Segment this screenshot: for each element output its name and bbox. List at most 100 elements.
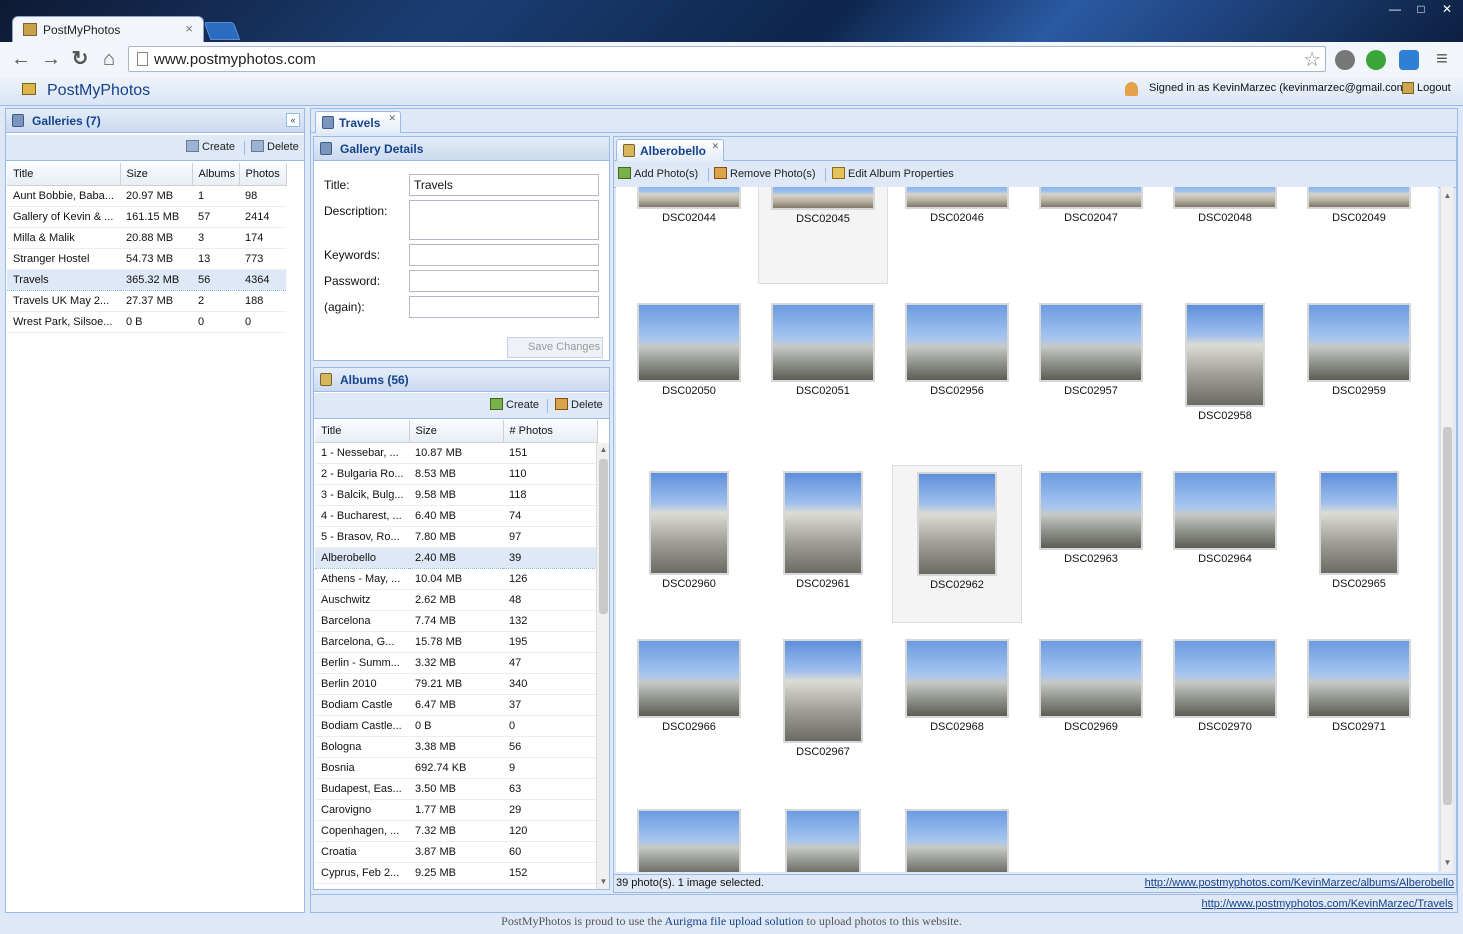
minimize-icon[interactable]: —: [1387, 2, 1403, 16]
table-row[interactable]: 3 - Balcik, Bulg... 9.58 MB 118: [315, 484, 597, 506]
logout-button[interactable]: Logout: [1402, 82, 1451, 95]
address-bar[interactable]: www.postmyphotos.com ☆: [128, 46, 1326, 72]
photo-thumbnail[interactable]: DSC02962: [892, 465, 1022, 623]
collapse-icon[interactable]: «: [286, 113, 300, 127]
albums-scrollbar[interactable]: ▲ ▼: [596, 443, 609, 889]
photo-thumbnail[interactable]: [758, 801, 888, 872]
table-row[interactable]: 4 - Bucharest, ... 6.40 MB 74: [315, 505, 597, 527]
table-row[interactable]: Milla & Malik 20.88 MB 3 174: [7, 227, 286, 249]
photo-thumbnail[interactable]: DSC02956: [892, 297, 1022, 397]
photo-thumbnail[interactable]: DSC02971: [1294, 633, 1424, 733]
photos-scrollbar[interactable]: ▲ ▼: [1440, 187, 1453, 872]
table-row[interactable]: 1 - Nessebar, ... 10.87 MB 151: [315, 442, 597, 464]
description-input[interactable]: [409, 200, 599, 240]
column-header[interactable]: Title: [315, 420, 410, 443]
pocket-icon[interactable]: [1335, 50, 1355, 70]
photo-thumbnail[interactable]: DSC02051: [758, 297, 888, 397]
table-row[interactable]: Athens - May, ... 10.04 MB 126: [315, 568, 597, 590]
table-row[interactable]: Aunt Bobbie, Baba... 20.97 MB 1 98: [7, 185, 286, 207]
photo-thumbnail[interactable]: DSC02045: [758, 187, 888, 284]
photo-thumbnail[interactable]: DSC02967: [758, 633, 888, 758]
photo-thumbnail[interactable]: DSC02963: [1026, 465, 1156, 565]
scroll-up-icon[interactable]: ▲: [597, 445, 610, 457]
album-url-link[interactable]: http://www.postmyphotos.com/KevinMarzec/…: [1145, 877, 1454, 889]
create-album-button[interactable]: Create: [490, 398, 539, 411]
scroll-down-icon[interactable]: ▼: [1441, 858, 1454, 870]
home-icon[interactable]: ⌂: [98, 48, 120, 70]
table-row[interactable]: Barcelona, G... 15.78 MB 195: [315, 631, 597, 653]
tab-alberobello[interactable]: Alberobello ✕: [616, 139, 724, 161]
new-tab-button[interactable]: [203, 22, 241, 40]
table-row[interactable]: Croatia 3.87 MB 60: [315, 841, 597, 863]
photo-thumbnail[interactable]: DSC02958: [1160, 297, 1290, 422]
delete-gallery-button[interactable]: Delete: [251, 140, 299, 153]
photo-thumbnail[interactable]: DSC02965: [1294, 465, 1424, 590]
column-header[interactable]: Photos: [239, 163, 287, 186]
table-row[interactable]: Gallery of Kevin & ... 161.15 MB 57 2414: [7, 206, 286, 228]
reload-icon[interactable]: ↻: [69, 48, 91, 70]
column-header[interactable]: Size: [409, 420, 504, 443]
column-header[interactable]: # Photos: [503, 420, 598, 443]
table-row[interactable]: Alberobello 2.40 MB 39: [315, 546, 597, 569]
tab-close-icon[interactable]: ✕: [711, 141, 719, 152]
create-gallery-button[interactable]: Create: [186, 140, 235, 153]
save-changes-button[interactable]: Save Changes: [507, 337, 603, 358]
table-row[interactable]: Berlin - Summ... 3.32 MB 47: [315, 652, 597, 674]
browser-tab[interactable]: PostMyPhotos ×: [12, 16, 204, 42]
table-row[interactable]: Bologna 3.38 MB 56: [315, 736, 597, 758]
add-photos-button[interactable]: Add Photo(s): [618, 167, 698, 180]
photo-thumbnail[interactable]: [892, 801, 1022, 872]
table-row[interactable]: Carovigno 1.77 MB 29: [315, 799, 597, 821]
edit-album-button[interactable]: Edit Album Properties: [832, 167, 954, 180]
password-input[interactable]: [409, 270, 599, 292]
address-url[interactable]: www.postmyphotos.com: [154, 51, 316, 68]
table-row[interactable]: Bosnia 692.74 KB 9: [315, 757, 597, 779]
forward-arrow-icon[interactable]: →: [40, 48, 62, 70]
photos-scroll-thumb[interactable]: [1443, 427, 1452, 805]
table-row[interactable]: Stranger Hostel 54.73 MB 13 773: [7, 248, 286, 270]
calendar-extension-icon[interactable]: [1399, 50, 1419, 70]
table-row[interactable]: Barcelona 7.74 MB 132: [315, 610, 597, 632]
column-header[interactable]: Albums: [192, 163, 240, 186]
table-row[interactable]: Travels UK May 2... 27.37 MB 2 188: [7, 290, 286, 312]
menu-icon[interactable]: ≡: [1431, 48, 1453, 70]
table-row[interactable]: Budapest, Eas... 3.50 MB 63: [315, 778, 597, 800]
column-header[interactable]: Size: [120, 163, 193, 186]
photo-thumbnail[interactable]: DSC02959: [1294, 297, 1424, 397]
bookmark-star-icon[interactable]: ☆: [1303, 47, 1321, 72]
table-row[interactable]: Bodiam Castle 6.47 MB 37: [315, 694, 597, 716]
tab-close-icon[interactable]: ×: [185, 21, 193, 36]
photo-thumbnail[interactable]: DSC02961: [758, 465, 888, 590]
maximize-icon[interactable]: □: [1413, 2, 1429, 16]
photo-thumbnail[interactable]: DSC02047: [1026, 187, 1156, 224]
delete-album-button[interactable]: Delete: [555, 398, 603, 411]
hangouts-icon[interactable]: [1366, 50, 1386, 70]
table-row[interactable]: Travels 365.32 MB 56 4364: [7, 268, 286, 291]
table-row[interactable]: Berlin 2010 79.21 MB 340: [315, 673, 597, 695]
title-input[interactable]: [409, 174, 599, 196]
table-row[interactable]: Copenhagen, ... 7.32 MB 120: [315, 820, 597, 842]
photo-thumbnail[interactable]: DSC02969: [1026, 633, 1156, 733]
keywords-input[interactable]: [409, 244, 599, 266]
tab-travels[interactable]: Travels ✕: [315, 111, 401, 133]
column-header[interactable]: Title: [7, 163, 121, 186]
photo-thumbnail[interactable]: DSC02970: [1160, 633, 1290, 733]
scroll-up-icon[interactable]: ▲: [1441, 191, 1454, 203]
remove-photos-button[interactable]: Remove Photo(s): [714, 167, 816, 180]
table-row[interactable]: Wrest Park, Silsoe... 0 B00: [7, 311, 286, 333]
albums-scroll-thumb[interactable]: [599, 459, 608, 614]
back-arrow-icon[interactable]: ←: [10, 48, 32, 70]
table-row[interactable]: Bodiam Castle... 0 B0: [315, 715, 597, 737]
gallery-url-link[interactable]: http://www.postmyphotos.com/KevinMarzec/…: [1202, 898, 1453, 910]
photo-thumbnail[interactable]: DSC02957: [1026, 297, 1156, 397]
photo-thumbnail[interactable]: DSC02046: [892, 187, 1022, 224]
table-row[interactable]: 5 - Brasov, Ro... 7.80 MB 97: [315, 526, 597, 548]
photo-thumbnail[interactable]: DSC02050: [624, 297, 754, 397]
photo-thumbnail[interactable]: DSC02966: [624, 633, 754, 733]
table-row[interactable]: Cyprus, Feb 2... 9.25 MB 152: [315, 862, 597, 884]
aurigma-link[interactable]: Aurigma file upload solution: [665, 914, 804, 928]
table-row[interactable]: 2 - Bulgaria Ro... 8.53 MB 110: [315, 463, 597, 485]
table-row[interactable]: Auschwitz 2.62 MB 48: [315, 589, 597, 611]
photo-thumbnail[interactable]: [624, 801, 754, 872]
close-window-icon[interactable]: ✕: [1439, 2, 1455, 16]
